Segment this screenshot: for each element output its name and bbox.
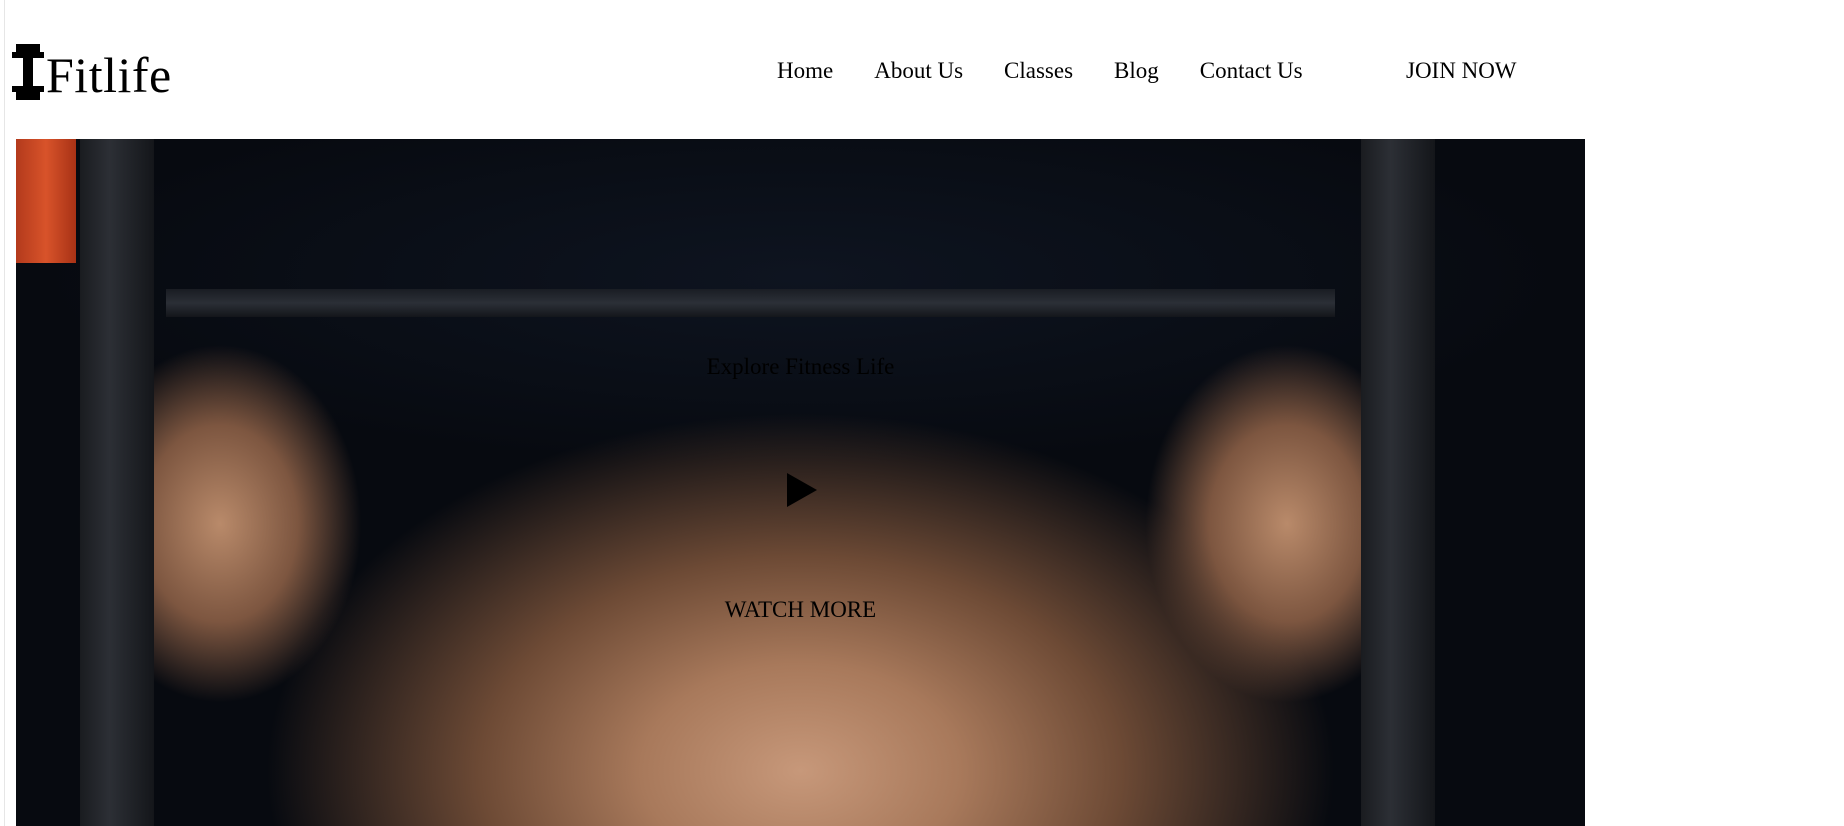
main-nav: Home About Us Classes Blog Contact Us xyxy=(777,58,1344,84)
dumbbell-icon xyxy=(12,44,44,100)
watch-more-link[interactable]: WATCH MORE xyxy=(725,597,876,622)
nav-home-link[interactable]: Home xyxy=(777,58,833,84)
brand-name: Fitlife xyxy=(46,47,172,103)
join-now-button[interactable]: JOIN NOW xyxy=(1406,58,1517,84)
site-header: Fitlife Home About Us Classes Blog Conta… xyxy=(0,0,1600,139)
nav-classes-link[interactable]: Classes xyxy=(1004,58,1073,84)
brand-logo[interactable]: Fitlife xyxy=(12,44,172,100)
hero-subtitle: Explore Fitness Life xyxy=(706,354,895,379)
nav-contact-link[interactable]: Contact Us xyxy=(1200,58,1303,84)
nav-blog-link[interactable]: Blog xyxy=(1114,58,1159,84)
hero-banner: Explore Fitness Life WATCH MORE xyxy=(16,139,1585,826)
hero-content: Explore Fitness Life WATCH MORE xyxy=(16,139,1585,826)
play-icon[interactable] xyxy=(787,473,817,507)
nav-about-link[interactable]: About Us xyxy=(874,58,963,84)
watch-more-link-wrapper: WATCH MORE xyxy=(16,597,1585,623)
